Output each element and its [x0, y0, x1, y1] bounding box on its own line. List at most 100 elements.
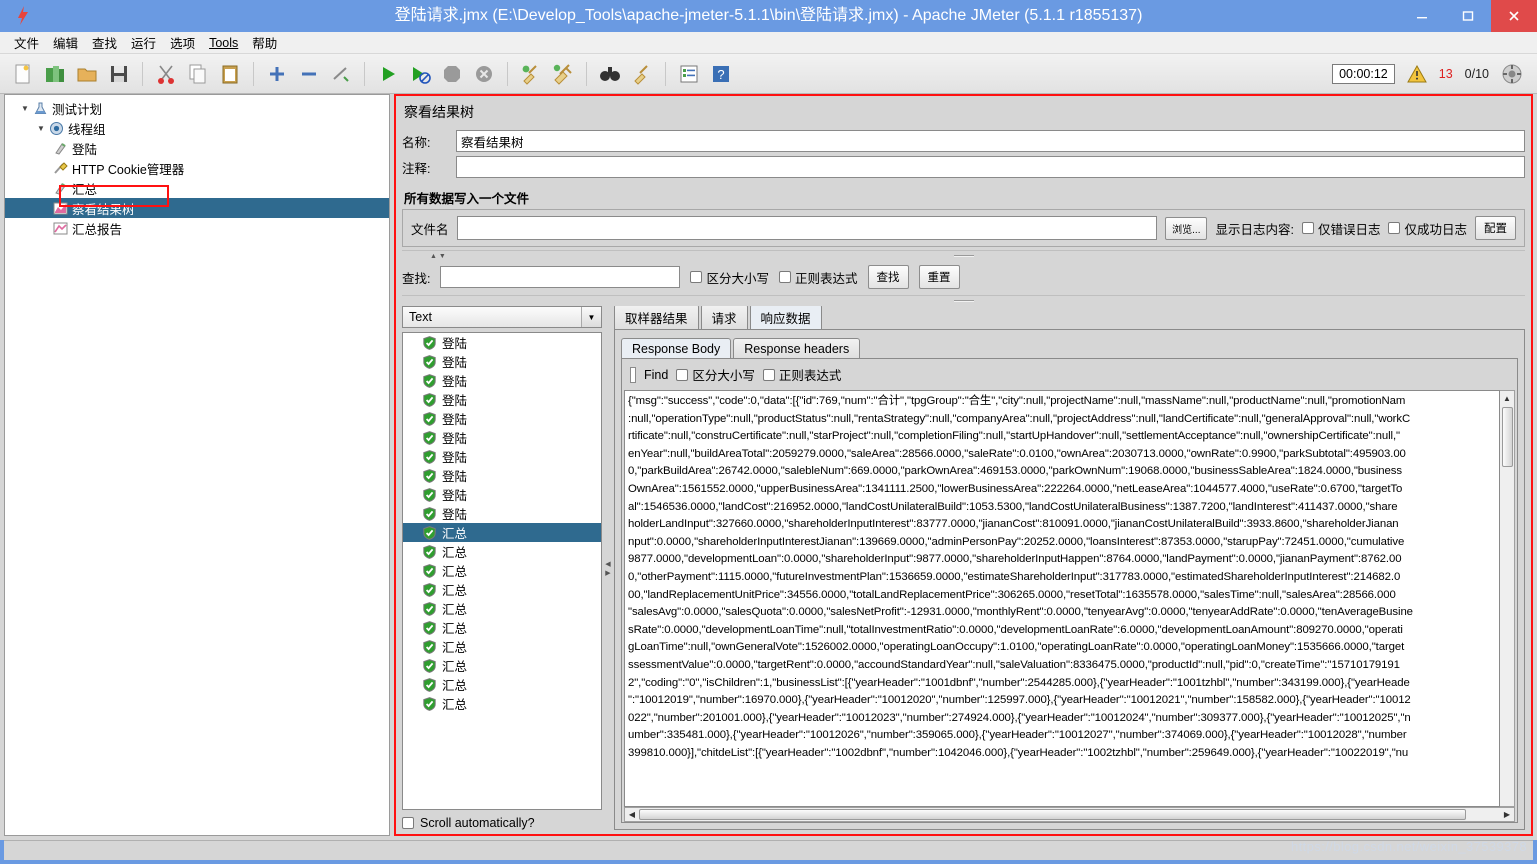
response-body-view[interactable]: {"msg":"success","code":0,"data":[{"id":… [624, 390, 1500, 807]
menu-item-tools[interactable]: Tools [209, 36, 238, 50]
broom-icon[interactable] [516, 59, 546, 89]
clipboard-icon[interactable] [215, 59, 245, 89]
browse-button[interactable]: 浏览... [1165, 216, 1208, 240]
warning-triangle-icon[interactable] [1406, 64, 1427, 83]
tab-response-body[interactable]: Response Body [621, 338, 732, 359]
scroll-right-arrow-icon[interactable]: ▶ [1500, 810, 1514, 819]
menu-item-search[interactable]: 查找 [92, 33, 117, 52]
response-horizontal-scrollbar[interactable]: ◀ ▶ [624, 807, 1515, 822]
scrollbar-thumb[interactable] [1501, 407, 1513, 467]
play-nopause-icon[interactable] [405, 59, 435, 89]
stop-icon[interactable] [437, 59, 467, 89]
result-list-item[interactable]: 登陆 [403, 371, 601, 390]
checkbox-box[interactable] [676, 368, 689, 381]
result-list-item[interactable]: 登陆 [403, 504, 601, 523]
result-list-item[interactable]: 登陆 [403, 352, 601, 371]
search-button[interactable]: 查找 [867, 265, 909, 289]
successes-only-checkbox[interactable]: 仅成功日志 [1388, 219, 1467, 238]
plus-icon[interactable] [262, 59, 292, 89]
tree-item-test-plan[interactable]: ▼ 测试计划 [5, 98, 389, 118]
scroll-left-arrow-icon[interactable]: ◀ [625, 810, 639, 819]
response-vertical-scrollbar[interactable]: ▲ [1500, 390, 1515, 807]
result-list-item[interactable]: 汇总 [403, 675, 601, 694]
function-helper-icon[interactable] [674, 59, 704, 89]
search-input[interactable] [440, 266, 681, 288]
reset-gear-icon[interactable] [1501, 63, 1523, 85]
result-list-item[interactable]: 汇总 [403, 656, 601, 675]
tab-response-headers[interactable]: Response headers [733, 338, 861, 359]
result-list-item[interactable]: 汇总 [403, 580, 601, 599]
warning-count[interactable]: 13 [1439, 67, 1453, 81]
response-case-sensitive-checkbox[interactable]: 区分大小写 [676, 365, 755, 384]
new-file-icon[interactable] [8, 59, 38, 89]
close-button[interactable] [1491, 0, 1537, 32]
tab-response-data[interactable]: 响应数据 [749, 304, 822, 330]
menu-item-options[interactable]: 选项 [170, 33, 195, 52]
response-regex-checkbox[interactable]: 正则表达式 [762, 365, 841, 384]
configure-button[interactable]: 配置 [1475, 216, 1516, 240]
search-case-sensitive-checkbox[interactable]: 区分大小写 [690, 268, 769, 287]
shutdown-icon[interactable] [469, 59, 499, 89]
toggle-icon[interactable] [326, 59, 356, 89]
comment-input[interactable] [456, 156, 1525, 178]
tree-item-summary-report[interactable]: 汇总报告 [5, 218, 389, 238]
result-list-item[interactable]: 汇总 [403, 542, 601, 561]
result-list-item[interactable]: 登陆 [403, 485, 601, 504]
checkbox-box[interactable] [762, 368, 775, 381]
checkbox-box[interactable] [690, 271, 703, 283]
renderer-select[interactable]: Text ▼ [402, 306, 602, 328]
result-list-item[interactable]: 登陆 [403, 409, 601, 428]
result-list-item[interactable]: 汇总 [403, 637, 601, 656]
splitter-arrows-icon[interactable]: ▲▼ [430, 253, 448, 260]
tree-item-login-sampler[interactable]: 登陆 [5, 138, 389, 158]
result-list-item[interactable]: 汇总 [403, 561, 601, 580]
result-list-item[interactable]: 登陆 [403, 333, 601, 352]
result-list-item[interactable]: 登陆 [403, 447, 601, 466]
templates-icon[interactable] [40, 59, 70, 89]
test-plan-tree[interactable]: ▼ 测试计划 ▼ 线程组 登陆 HTTP Cookie管理器 汇总 察看结果树 … [4, 94, 390, 836]
maximize-button[interactable] [1445, 0, 1491, 32]
binoculars-icon[interactable] [595, 59, 625, 89]
results-splitter[interactable]: ◀ ▶ [602, 306, 614, 830]
checkbox-box[interactable] [1388, 222, 1401, 234]
result-list-item[interactable]: 登陆 [403, 390, 601, 409]
result-list-item[interactable]: 汇总 [403, 599, 601, 618]
tree-item-thread-group[interactable]: ▼ 线程组 [5, 118, 389, 138]
result-list-item[interactable]: 登陆 [403, 428, 601, 447]
chevron-down-icon[interactable]: ▼ [581, 307, 601, 327]
broom-reset-icon[interactable] [627, 59, 657, 89]
splitter-right-arrow-icon[interactable]: ▶ [605, 569, 610, 577]
splitter-left-arrow-icon[interactable]: ◀ [605, 560, 610, 568]
filename-input[interactable] [456, 216, 1158, 240]
save-disk-icon[interactable] [104, 59, 134, 89]
tab-sampler-result[interactable]: 取样器结果 [614, 304, 699, 330]
help-icon[interactable]: ? [706, 59, 736, 89]
checkbox-box[interactable] [779, 271, 791, 283]
result-list-item[interactable]: 汇总 [403, 523, 601, 542]
scrollbar-track[interactable] [639, 809, 1500, 820]
tree-item-cookie-manager[interactable]: HTTP Cookie管理器 [5, 158, 389, 178]
minus-icon[interactable] [294, 59, 324, 89]
result-list-item[interactable]: 汇总 [403, 694, 601, 713]
panel-splitter-1[interactable]: ▲▼ [402, 250, 1525, 261]
menu-item-run[interactable]: 运行 [131, 33, 156, 52]
menu-item-help[interactable]: 帮助 [252, 33, 277, 52]
minimize-button[interactable] [1399, 0, 1445, 32]
menu-item-edit[interactable]: 编辑 [53, 33, 78, 52]
name-input[interactable] [456, 130, 1525, 152]
checkbox-box[interactable] [402, 817, 414, 829]
scissors-icon[interactable] [151, 59, 181, 89]
tab-request[interactable]: 请求 [700, 304, 748, 330]
scroll-up-arrow-icon[interactable]: ▲ [1503, 391, 1511, 405]
reset-button[interactable]: 重置 [918, 265, 960, 289]
sample-result-list[interactable]: 登陆 登陆 登陆 登陆 登陆 登陆 登陆 登陆 登陆 登陆 汇总 汇总 汇总 汇总 汇总 汇总 汇总 汇总 汇总 汇总 [402, 332, 602, 810]
splitter-grip[interactable] [953, 255, 974, 257]
twisty-icon[interactable]: ▼ [19, 104, 31, 113]
checkbox-box[interactable] [1301, 222, 1314, 234]
splitter-grip[interactable] [953, 300, 974, 302]
twisty-icon[interactable]: ▼ [35, 124, 47, 133]
search-regex-checkbox[interactable]: 正则表达式 [779, 268, 858, 287]
find-input[interactable] [630, 366, 636, 383]
panel-splitter-2[interactable] [402, 295, 1525, 306]
open-folder-icon[interactable] [72, 59, 102, 89]
